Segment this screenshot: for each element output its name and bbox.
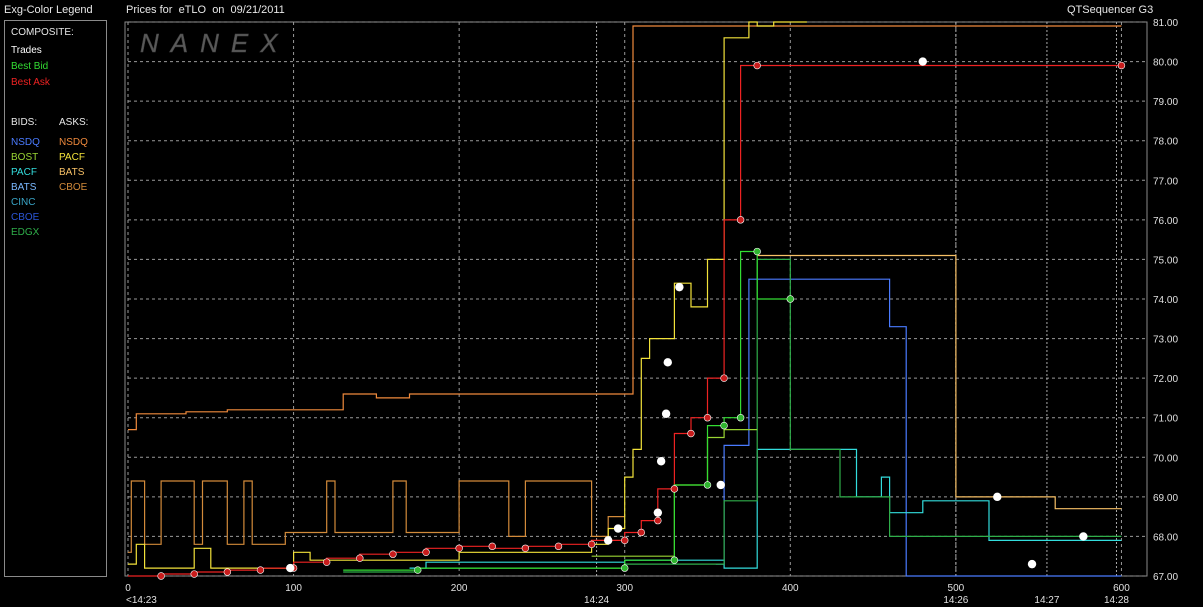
best-ask-point [256, 566, 265, 574]
y-tick-label: 72.00 [1153, 374, 1178, 385]
y-tick-label: 81.00 [1153, 18, 1178, 29]
y-tick-label: 75.00 [1153, 255, 1178, 266]
best-ask-point [753, 61, 761, 70]
best-ask-point [736, 216, 745, 224]
best-bid-point [703, 481, 712, 489]
x-tick-label: 200 [451, 583, 468, 594]
trade-point [661, 409, 671, 418]
trade-point [716, 480, 725, 490]
y-tick-label: 73.00 [1153, 335, 1178, 346]
best-bid-point [621, 564, 629, 572]
x-tick-label: 500 [948, 583, 965, 594]
best-ask-point [703, 414, 712, 422]
y-axis: 67.00 68.00 69.00 70.00 71.00 72.00 73.00 74.00… [1153, 18, 1178, 583]
y-tick-label: 70.00 [1153, 453, 1178, 464]
y-tick-label: 76.00 [1153, 216, 1178, 227]
y-tick-label: 68.00 [1153, 532, 1178, 543]
best-ask-point [1117, 61, 1126, 70]
best-ask-point [637, 528, 645, 537]
x-tick-label: 400 [782, 583, 799, 594]
y-tick-label: 74.00 [1153, 295, 1178, 306]
y-tick-label: 80.00 [1153, 58, 1178, 69]
trade-point [675, 282, 684, 292]
best-ask-point [654, 516, 662, 525]
trade-point [663, 358, 672, 367]
time-label: 14:24 [584, 595, 609, 606]
trade-point [656, 457, 666, 466]
best-ask-point [621, 536, 629, 545]
best-bid-point [786, 295, 794, 303]
trade-point [1079, 532, 1088, 541]
best-ask-point [322, 558, 331, 566]
best-ask-point [223, 568, 232, 576]
trade-point [603, 536, 613, 545]
trade-point [918, 57, 927, 66]
best-ask-point [587, 540, 596, 549]
y-tick-label: 77.00 [1153, 176, 1178, 187]
best-ask-point [422, 548, 430, 556]
time-label: <14:23 [126, 595, 157, 606]
best-ask-point [687, 429, 695, 438]
time-label: 14:26 [943, 595, 968, 606]
best-ask-point [554, 542, 563, 551]
best-ask-point [521, 544, 530, 552]
x-tick-label: 300 [616, 583, 633, 594]
time-label: 14:28 [1104, 595, 1129, 606]
best-ask-point [720, 374, 728, 382]
best-bid-point [736, 414, 745, 422]
trade-point [993, 492, 1002, 502]
trade-point [1027, 559, 1037, 569]
trade-point [653, 508, 663, 517]
x-tick-label: 0 [125, 583, 131, 594]
y-tick-label: 79.00 [1153, 97, 1178, 108]
best-bid-point [670, 556, 679, 564]
best-bid-point [414, 566, 422, 574]
best-ask-point [389, 550, 397, 558]
y-tick-label: 78.00 [1153, 137, 1178, 148]
watermark: NANEX [140, 28, 290, 58]
trade-point [286, 563, 295, 573]
best-ask-point [356, 554, 364, 562]
x-tick-label: 100 [285, 583, 302, 594]
x-tick-label: 600 [1113, 583, 1130, 594]
x-axis: 0 100 200 300 400 500 600 <14:23 14:24 14:26 14:27… [125, 583, 1130, 606]
best-ask-point [157, 572, 165, 580]
best-bid-point [753, 247, 761, 256]
trade-point [613, 524, 623, 533]
best-bid-point [720, 421, 728, 430]
best-ask-point [455, 544, 463, 552]
best-ask-point [190, 570, 198, 578]
price-chart: NANEX 67.00 68.00 69.00 70.00 71.00 72.00 73.0… [124, 18, 1178, 606]
best-ask-point [488, 542, 496, 551]
y-tick-label: 69.00 [1153, 493, 1178, 504]
best-ask-point [670, 485, 679, 493]
y-tick-label: 67.00 [1153, 572, 1178, 583]
y-tick-label: 71.00 [1153, 414, 1178, 425]
time-label: 14:27 [1034, 595, 1059, 606]
